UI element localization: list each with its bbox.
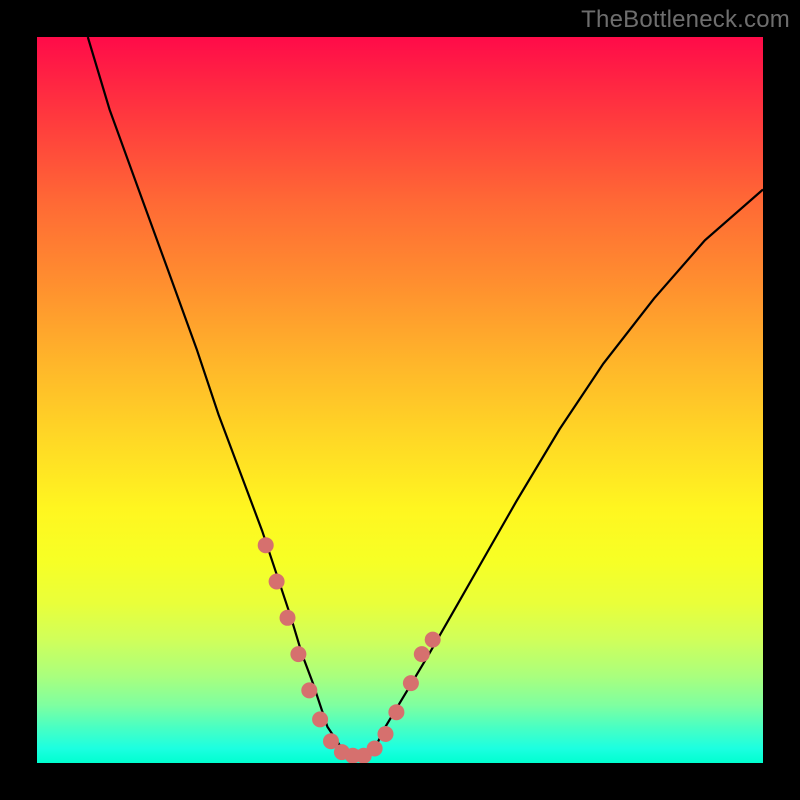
marker-dot [258,537,274,553]
marker-dot [388,704,404,720]
watermark-text: TheBottleneck.com [581,6,790,34]
chart-frame: TheBottleneck.com [0,0,800,800]
marker-dot [290,646,306,662]
marker-dot [269,574,285,590]
marker-dot [280,610,296,626]
marker-dot [425,632,441,648]
marker-dot [378,726,394,742]
bottleneck-plot [37,37,763,763]
marker-dot [403,675,419,691]
markers [258,537,441,763]
marker-dot [414,646,430,662]
marker-dot [301,682,317,698]
marker-dot [312,711,328,727]
plot-area [37,37,763,763]
marker-dot [367,741,383,757]
